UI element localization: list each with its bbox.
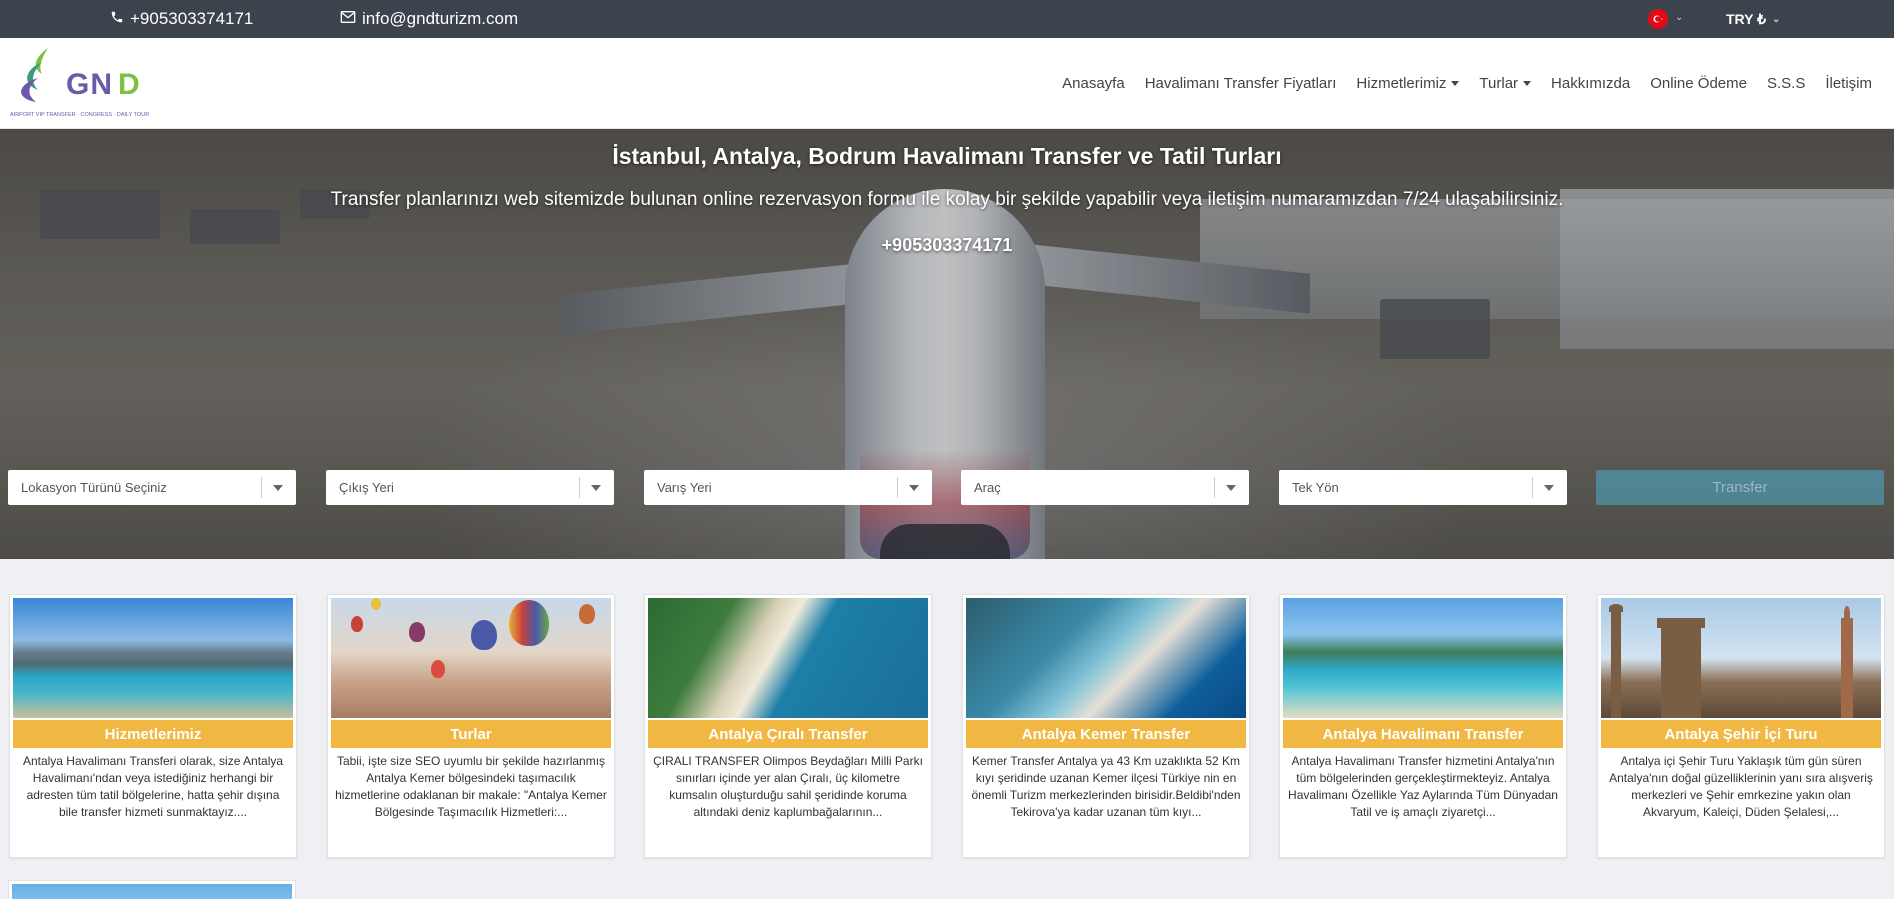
nav-item-anasayfa[interactable]: Anasayfa bbox=[1062, 75, 1125, 92]
phone-icon bbox=[110, 9, 124, 29]
arrival-select[interactable]: Varış Yeri bbox=[644, 470, 932, 505]
service-card-kemer[interactable]: Antalya Kemer Transfer Kemer Transfer An… bbox=[962, 594, 1250, 858]
logo-tagline: AIRPORT VIP TRANSFER · CONGRESS · DAILY … bbox=[10, 112, 149, 118]
direction-select[interactable]: Tek Yön bbox=[1279, 470, 1567, 505]
hero-subtitle: Transfer planlarınızı web sitemizde bulu… bbox=[330, 189, 1564, 210]
card-description: Antalya Havalimanı Transferi olarak, siz… bbox=[22, 754, 284, 819]
select-divider bbox=[897, 477, 898, 498]
departure-select[interactable]: Çıkış Yeri bbox=[326, 470, 614, 505]
location-type-select[interactable]: Lokasyon Türünü Seçiniz bbox=[8, 470, 296, 505]
nav-item-sss[interactable]: S.S.S bbox=[1767, 75, 1805, 92]
hot-air-balloons-image bbox=[331, 598, 611, 718]
caret-down-icon bbox=[1451, 81, 1460, 86]
site-header: GN D AIRPORT VIP TRANSFER · CONGRESS · D… bbox=[0, 38, 1894, 129]
caret-down-icon bbox=[1226, 485, 1236, 491]
hero-phone[interactable]: +905303374171 bbox=[0, 235, 1894, 256]
kemer-lagoon-image bbox=[966, 598, 1246, 718]
topbar-email[interactable]: info@gndturizm.com bbox=[340, 0, 518, 38]
card-title[interactable]: Antalya Havalimanı Transfer bbox=[1283, 720, 1563, 748]
card-description: Kemer Transfer Antalya ya 43 Km uzaklıkt… bbox=[971, 754, 1241, 819]
card-title[interactable]: Antalya Şehir İçi Turu bbox=[1601, 720, 1881, 748]
card-title[interactable]: Antalya Kemer Transfer bbox=[966, 720, 1246, 748]
select-divider bbox=[261, 477, 262, 498]
select-divider bbox=[579, 477, 580, 498]
caret-down-icon bbox=[273, 485, 283, 491]
envelope-icon bbox=[340, 9, 356, 29]
antalya-clock-tower-image bbox=[1601, 598, 1881, 718]
caret-down-icon bbox=[591, 485, 601, 491]
card-title[interactable]: Turlar bbox=[331, 720, 611, 748]
cirali-beach-image bbox=[648, 598, 928, 718]
antalya-beach-image bbox=[13, 598, 293, 718]
service-card-turlar[interactable]: Turlar Tabii, işte size SEO uyumlu bir ş… bbox=[327, 594, 615, 858]
nav-item-hizmetlerimiz[interactable]: Hizmetlerimiz bbox=[1356, 75, 1460, 92]
vehicle-select[interactable]: Araç bbox=[961, 470, 1249, 505]
svg-text:D: D bbox=[118, 68, 140, 101]
select-divider bbox=[1532, 477, 1533, 498]
service-card-hizmetlerimiz[interactable]: Hizmetlerimiz Antalya Havalimanı Transfe… bbox=[9, 594, 297, 858]
card-description: ÇIRALI TRANSFER Olimpos Beydağları Milli… bbox=[653, 754, 923, 819]
service-card-cirali[interactable]: Antalya Çıralı Transfer ÇIRALI TRANSFER … bbox=[644, 594, 932, 858]
topbar-phone-text: +905303374171 bbox=[130, 9, 254, 28]
nav-item-turlar[interactable]: Turlar bbox=[1479, 75, 1532, 92]
currency-label: TRY ₺ bbox=[1726, 10, 1767, 27]
gnd-logo[interactable]: GN D AIRPORT VIP TRANSFER · CONGRESS · D… bbox=[8, 44, 198, 124]
hero-banner: İstanbul, Antalya, Bodrum Havalimanı Tra… bbox=[0, 129, 1894, 559]
caret-down-icon bbox=[1544, 485, 1554, 491]
service-card-airport[interactable]: Antalya Havalimanı Transfer Antalya Hava… bbox=[1279, 594, 1567, 858]
card-title[interactable]: Hizmetlerimiz bbox=[13, 720, 293, 748]
select-divider bbox=[1214, 477, 1215, 498]
currency-selector[interactable]: TRY ₺ ⌄ bbox=[1726, 0, 1780, 38]
turkey-flag-icon[interactable] bbox=[1648, 9, 1668, 29]
card-description: Antalya içi Şehir Turu Yaklaşık tüm gün … bbox=[1609, 754, 1873, 819]
transfer-search-button[interactable]: Transfer bbox=[1596, 470, 1884, 505]
top-bar: +905303374171 info@gndturizm.com ⌄ TRY ₺… bbox=[0, 0, 1894, 38]
currency-chevron-down-icon: ⌄ bbox=[1772, 13, 1781, 25]
nav-item-online-odeme[interactable]: Online Ödeme bbox=[1650, 75, 1747, 92]
caret-down-icon bbox=[1523, 81, 1532, 86]
topbar-email-text: info@gndturizm.com bbox=[362, 9, 519, 28]
service-card-partial[interactable] bbox=[8, 880, 296, 899]
topbar-phone[interactable]: +905303374171 bbox=[110, 0, 253, 38]
nav-item-hakkimizda[interactable]: Hakkımızda bbox=[1551, 75, 1630, 92]
caret-down-icon bbox=[909, 485, 919, 491]
card-image bbox=[12, 884, 292, 899]
antalya-bay-image bbox=[1283, 598, 1563, 718]
card-description: Tabii, işte size SEO uyumlu bir şekilde … bbox=[335, 754, 607, 819]
nav-item-transfer-prices[interactable]: Havalimanı Transfer Fiyatları bbox=[1145, 75, 1337, 92]
nav-item-iletisim[interactable]: İletişim bbox=[1825, 75, 1872, 92]
card-description: Antalya Havalimanı Transfer hizmetini An… bbox=[1288, 754, 1558, 819]
service-card-city-tour[interactable]: Antalya Şehir İçi Turu Antalya içi Şehir… bbox=[1597, 594, 1885, 858]
card-title[interactable]: Antalya Çıralı Transfer bbox=[648, 720, 928, 748]
main-nav: Anasayfa Havalimanı Transfer Fiyatları H… bbox=[1042, 38, 1872, 129]
language-chevron-down-icon[interactable]: ⌄ bbox=[1675, 12, 1683, 23]
svg-text:GN: GN bbox=[66, 68, 113, 101]
hero-title: İstanbul, Antalya, Bodrum Havalimanı Tra… bbox=[612, 143, 1282, 169]
